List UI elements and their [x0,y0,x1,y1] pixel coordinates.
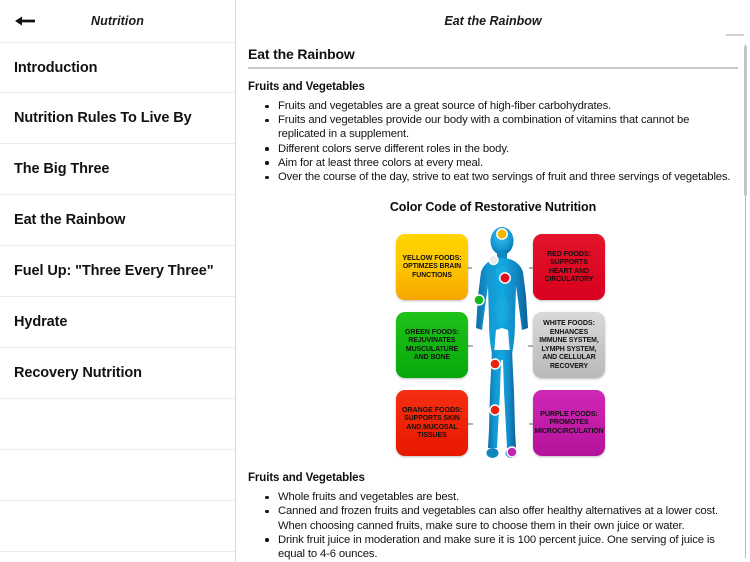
sidebar-item-recovery-nutrition[interactable]: Recovery Nutrition [0,348,235,399]
food-box-title: ORANGE FOODS: [401,405,463,414]
list-item: Different colors serve different roles i… [262,142,738,156]
sidebar-item-label: Hydrate [14,314,68,330]
main-pane: Eat the Rainbow Eat the Rainbow Fruits a… [236,0,750,562]
list-item: Fruits and vegetables are a great source… [262,99,738,113]
marker-green [473,294,485,306]
sidebar-item-fuel-up-three-every-three[interactable]: Fuel Up: "Three Every Three" [0,246,235,297]
bullet-list-1: Fruits and vegetables are a great source… [262,99,738,184]
food-box-desc: SUPPORTS HEART AND CIRCULATORY [544,259,594,284]
section-heading-1: Fruits and Vegetables [248,81,365,93]
food-box-white: WHITE FOODS: ENHANCES IMMUNE SYSTEM, LYM… [533,312,605,379]
back-arrow-icon[interactable] [8,6,42,36]
human-body-icon [470,224,534,460]
list-item: Drink fruit juice in moderation and make… [262,533,738,561]
sidebar-item-label: The Big Three [14,161,110,177]
sidebar-list: Introduction Nutrition Rules To Live By … [0,42,235,552]
sidebar-item-label: Nutrition Rules To Live By [14,110,192,126]
page-title: Eat the Rainbow [444,14,542,28]
document-content: Eat the Rainbow Fruits and Vegetables Fr… [236,42,750,562]
food-box-desc: SUPPORTS SKIN AND MUCOSAL TISSUES [404,415,460,440]
marker-yellow [496,228,508,241]
marker-orange-calf [489,404,501,416]
food-box-title: RED FOODS: [546,249,592,258]
marker-purple [506,446,518,458]
app-root: Nutrition Introduction Nutrition Rules T… [0,0,750,562]
sidebar-item-introduction[interactable]: Introduction [0,42,235,93]
sidebar-item-label: Fuel Up: "Three Every Three" [14,263,214,279]
list-item: Aim for at least three colors at every m… [262,156,738,170]
sidebar-item-hydrate[interactable]: Hydrate [0,297,235,348]
sidebar: Nutrition Introduction Nutrition Rules T… [0,0,236,562]
food-box-orange: ORANGE FOODS: SUPPORTS SKIN AND MUCOSAL … [396,390,468,457]
food-box-desc: PROMOTES MICROCIRCULATION [534,419,604,436]
marker-red-chest [499,272,511,285]
list-item: Canned and frozen fruits and vegetables … [262,504,738,532]
list-item: Over the course of the day, strive to ea… [262,170,738,184]
document-title: Eat the Rainbow [248,42,738,69]
food-box-green: GREEN FOODS: REJUVINATES MUSCULATURE AND… [396,312,468,379]
section-heading-2: Fruits and Vegetables [248,472,365,485]
sidebar-item-the-big-three[interactable]: The Big Three [0,144,235,195]
food-box-purple: PURPLE FOODS: PROMOTES MICROCIRCULATION [533,390,605,457]
main-header: Eat the Rainbow [236,0,750,42]
list-item: Fruits and vegetables provide our body w… [262,113,738,141]
sidebar-item-empty [0,450,235,501]
food-box-red: RED FOODS: SUPPORTS HEART AND CIRCULATOR… [533,234,605,301]
sidebar-item-empty [0,399,235,450]
sidebar-item-empty [0,501,235,552]
marker-white [488,254,499,266]
food-box-title: WHITE FOODS: [543,318,595,327]
food-box-title: GREEN FOODS: [404,327,460,336]
food-box-title: PURPLE FOODS: [540,409,598,418]
figure-stage: YELLOW FOODS: OPTIMZES BRAIN FUNCTIONS R… [248,222,738,460]
list-item: Whole fruits and vegetables are best. [262,490,738,504]
food-box-desc: OPTIMZES BRAIN FUNCTIONS [402,263,462,280]
sidebar-item-label: Introduction [14,59,98,76]
sidebar-item-nutrition-rules-to-live-by[interactable]: Nutrition Rules To Live By [0,93,235,144]
sidebar-header: Nutrition [0,0,235,42]
food-box-desc: ENHANCES IMMUNE SYSTEM, LYMPH SYSTEM, AN… [539,328,599,370]
figure-title: Color Code of Restorative Nutrition [389,200,597,215]
sidebar-item-label: Eat the Rainbow [14,212,126,228]
sidebar-item-eat-the-rainbow[interactable]: Eat the Rainbow [0,195,235,246]
marker-orange-thigh [489,358,501,370]
color-code-figure: Color Code of Restorative Nutrition YELL… [248,200,738,460]
bullet-list-2: Whole fruits and vegetables are best. Ca… [262,490,738,561]
sidebar-item-label: Recovery Nutrition [14,365,142,381]
food-box-desc: REJUVINATES MUSCULATURE AND BONE [405,337,459,362]
food-box-title: YELLOW FOODS: [402,253,462,262]
scroll-top-hairline [726,34,744,36]
food-box-yellow: YELLOW FOODS: OPTIMZES BRAIN FUNCTIONS [396,234,468,301]
